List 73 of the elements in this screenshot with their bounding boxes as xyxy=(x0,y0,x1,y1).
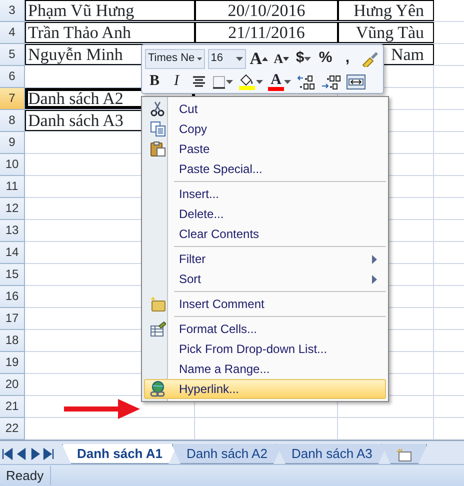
down-arrow-icon xyxy=(283,56,290,60)
last-sheet-icon xyxy=(42,447,56,461)
row-header[interactable]: 3 xyxy=(0,0,25,22)
insert-sheet-button[interactable] xyxy=(381,444,428,464)
row-header[interactable]: 10 xyxy=(0,154,25,176)
table-cell: Vũng Tàu xyxy=(338,22,434,43)
font-color-button[interactable]: A xyxy=(267,71,292,92)
borders-icon xyxy=(212,74,226,88)
bold-button[interactable]: B xyxy=(145,71,164,92)
format-button[interactable]: % xyxy=(316,48,335,69)
table-cell: Hưng Yên xyxy=(338,0,434,21)
menu-item[interactable]: Insert Comment xyxy=(144,294,386,314)
copy-icon xyxy=(150,121,166,137)
menu-item[interactable]: Pick From Drop-down List... xyxy=(144,339,386,359)
menu-item[interactable]: Cut xyxy=(144,99,386,119)
menu-item[interactable]: Paste xyxy=(144,139,386,159)
decrease-decimal-icon xyxy=(321,74,341,90)
row-header[interactable]: 19 xyxy=(0,352,25,374)
row-header[interactable]: 11 xyxy=(0,176,25,198)
submenu-arrow-icon xyxy=(372,274,377,284)
font-size-field[interactable]: 16 xyxy=(208,48,246,68)
merge-cells-icon xyxy=(346,74,366,90)
menu-item[interactable]: Format Cells... xyxy=(144,319,386,339)
menu-item[interactable]: Paste Special... xyxy=(144,159,386,179)
row-header[interactable]: 17 xyxy=(0,308,25,330)
submenu-arrow-icon xyxy=(372,254,377,264)
clipboard-icon xyxy=(150,141,166,157)
increase-decimal-icon xyxy=(296,74,316,90)
align-center-icon xyxy=(190,74,206,88)
row-header[interactable]: 15 xyxy=(0,264,25,286)
menu-item[interactable]: Clear Contents xyxy=(144,224,386,244)
menu-item[interactable]: Sort xyxy=(144,269,386,289)
menu-item[interactable]: Delete... xyxy=(144,204,386,224)
menu-item[interactable]: Filter xyxy=(144,249,386,269)
caret-icon xyxy=(236,56,243,60)
row-header[interactable]: 14 xyxy=(0,242,25,264)
menu-item[interactable]: Name a Range... xyxy=(144,359,386,379)
table-cell: 20/10/2016 xyxy=(195,0,338,21)
caret-icon xyxy=(196,56,202,60)
row-header[interactable]: 22 xyxy=(0,418,25,440)
shrink-font-button[interactable]: A xyxy=(272,48,291,69)
row-header[interactable]: 18 xyxy=(0,330,25,352)
row-header[interactable]: 9 xyxy=(0,132,25,154)
note-icon xyxy=(150,296,166,312)
row-header[interactable]: 6 xyxy=(0,66,25,88)
scissors-icon xyxy=(150,101,166,117)
row-header[interactable]: 8 xyxy=(0,110,25,132)
format-button[interactable]: , xyxy=(338,48,357,69)
menu-item[interactable]: Copy xyxy=(144,119,386,139)
status-text: Ready xyxy=(0,466,51,486)
table-cell: Phạm Vũ Hưng xyxy=(25,0,195,21)
row-header[interactable]: 5 xyxy=(0,44,25,66)
format-cells-icon xyxy=(150,321,166,337)
row-header[interactable]: 7 xyxy=(0,88,25,110)
font-name-field[interactable]: Times Ne xyxy=(145,48,205,68)
globe-link-icon xyxy=(150,381,166,397)
italic-button[interactable]: I xyxy=(167,71,186,92)
menu-item[interactable]: Hyperlink... xyxy=(144,379,386,399)
menu-item[interactable]: Insert... xyxy=(144,184,386,204)
row-header[interactable]: 12 xyxy=(0,198,25,220)
row-header[interactable]: 20 xyxy=(0,374,25,396)
row-header[interactable]: 21 xyxy=(0,396,25,418)
first-sheet-icon xyxy=(0,447,14,461)
up-arrow-icon xyxy=(262,56,268,60)
row-header[interactable]: 4 xyxy=(0,22,25,44)
new-sheet-icon xyxy=(396,448,412,462)
table-cell: Trần Thảo Anh xyxy=(25,22,195,43)
row-header[interactable]: 13 xyxy=(0,220,25,242)
format-painter-icon xyxy=(361,50,379,66)
format-button[interactable]: $ xyxy=(294,48,313,69)
row-header[interactable]: 16 xyxy=(0,286,25,308)
grow-font-button[interactable]: A xyxy=(248,48,269,69)
table-cell: 21/11/2016 xyxy=(195,22,338,43)
